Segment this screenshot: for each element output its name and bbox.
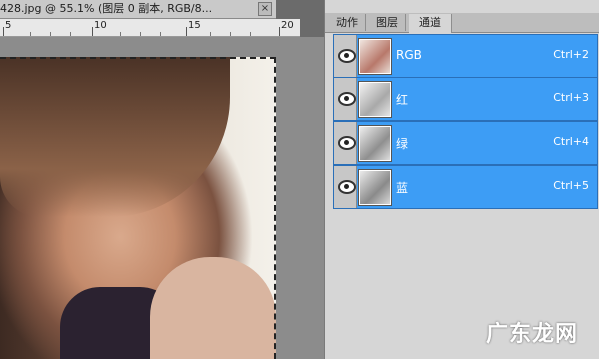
canvas-area[interactable] — [0, 37, 324, 359]
channel-thumbnail — [359, 170, 391, 205]
selection-marquee — [0, 57, 276, 359]
ruler-label: 20 — [281, 20, 294, 31]
channel-row-green[interactable]: 绿 Ctrl+4 — [333, 121, 598, 165]
visibility-toggle[interactable] — [334, 35, 357, 77]
ruler-tick — [30, 32, 31, 36]
eye-icon — [338, 180, 356, 194]
ruler-label: 10 — [94, 20, 107, 31]
ruler-tick — [279, 27, 280, 36]
visibility-toggle[interactable] — [334, 122, 357, 164]
ruler-label: 5 — [5, 20, 12, 31]
panel-tabs: 动作 图层 通道 — [325, 13, 599, 33]
document-title: 428.jpg @ 55.1% (图层 0 副本, RGB/8... — [0, 2, 213, 15]
ruler-tick — [186, 27, 187, 36]
channels-panel: 动作 图层 通道 RGB Ctrl+2 红 Ctrl+3 绿 Ctrl+4 蓝 … — [324, 0, 599, 359]
horizontal-ruler: 5 10 15 20 — [0, 19, 300, 37]
eye-icon — [338, 92, 356, 106]
channel-thumbnail — [359, 39, 391, 74]
channel-thumbnail — [359, 126, 391, 161]
watermark-text: 广东龙网 — [486, 322, 579, 347]
document-image[interactable] — [0, 57, 276, 359]
channel-thumbnail — [359, 82, 391, 117]
ruler-tick — [50, 32, 51, 36]
ruler-tick — [160, 32, 161, 36]
ruler-tick — [120, 32, 121, 36]
document-tab[interactable]: 428.jpg @ 55.1% (图层 0 副本, RGB/8... × — [0, 0, 276, 19]
channel-shortcut: Ctrl+3 — [553, 91, 589, 104]
channel-name: 绿 — [396, 137, 409, 151]
channel-shortcut: Ctrl+5 — [553, 179, 589, 192]
ruler-tick — [3, 27, 4, 36]
tab-actions[interactable]: 动作 — [329, 14, 366, 31]
ruler-tick — [140, 32, 141, 36]
ruler-tick — [210, 32, 211, 36]
ruler-label: 15 — [188, 20, 201, 31]
tab-channels[interactable]: 通道 — [409, 14, 452, 33]
ruler-tick — [70, 32, 71, 36]
ruler-tick — [230, 32, 231, 36]
channel-row-rgb[interactable]: RGB Ctrl+2 — [333, 34, 598, 78]
tab-layers[interactable]: 图层 — [369, 14, 406, 31]
ruler-tick — [92, 27, 93, 36]
eye-icon — [338, 49, 356, 63]
channel-name: 红 — [396, 93, 409, 107]
eye-icon — [338, 136, 356, 150]
channel-shortcut: Ctrl+4 — [553, 135, 589, 148]
channel-row-red[interactable]: 红 Ctrl+3 — [333, 77, 598, 121]
channel-name: 蓝 — [396, 181, 409, 195]
visibility-toggle[interactable] — [334, 166, 357, 208]
close-icon[interactable]: × — [258, 2, 272, 16]
visibility-toggle[interactable] — [334, 78, 357, 120]
ruler-tick — [250, 32, 251, 36]
channel-shortcut: Ctrl+2 — [553, 48, 589, 61]
channel-name: RGB — [396, 48, 422, 62]
channel-row-blue[interactable]: 蓝 Ctrl+5 — [333, 165, 598, 209]
